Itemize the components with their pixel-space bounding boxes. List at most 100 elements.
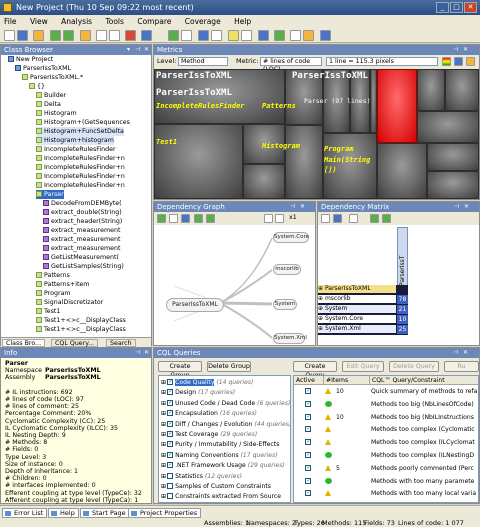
group-checkbox[interactable] [167,398,173,407]
open-project-icon[interactable] [17,30,28,41]
treemap-cell[interactable] [243,164,285,199]
close-panel-icon[interactable]: ✕ [462,349,469,356]
tree-item[interactable]: GetListSamples(String) [43,262,124,271]
treemap[interactable]: ParserIssToXML ParserIssToXML ParserIssT… [154,69,479,199]
menu-view[interactable]: View [30,17,48,26]
export-icon[interactable] [181,214,190,223]
stop-icon[interactable] [125,30,136,41]
cql-group-item[interactable]: ⊞ Design (17 queries) [161,387,235,397]
close-panel-icon[interactable]: ✕ [299,203,306,210]
treemap-cell[interactable] [377,143,427,199]
tree-item[interactable]: IncompleteRulesFinder+n [36,181,125,190]
expand-icon[interactable]: ⊞ [161,410,166,417]
treemap-cell[interactable] [285,125,323,199]
tool-icon[interactable] [303,30,314,41]
expand-icon[interactable]: ⊞ [161,462,166,469]
auto-hide-icon[interactable]: ⊣ [452,349,459,356]
query-active-checkbox[interactable] [305,424,311,433]
edit-query-button[interactable]: Edit Query [342,361,384,372]
tree-item[interactable]: Test1+<>c__DisplayClass [36,325,126,334]
group-checkbox[interactable] [167,408,173,417]
forward-icon[interactable] [206,214,215,223]
color-scale-icon[interactable] [442,57,451,66]
query-active-checkbox[interactable] [305,437,311,446]
query-row[interactable]: Methods with too many local varia [294,488,478,498]
menu-compare[interactable]: Compare [137,17,171,26]
expand-icon[interactable]: ⊞ [161,379,166,386]
treemap-cell-selected[interactable] [377,69,417,143]
query-active-checkbox[interactable] [305,386,311,395]
cql-group-item[interactable]: ⊞ Code Quality (14 queries) [161,377,253,387]
menu-file[interactable]: File [4,17,17,26]
query-row[interactable]: Methods too complex (ILNestingD [294,450,478,460]
expand-icon[interactable]: ⊞ [161,452,166,459]
tree-item[interactable]: Histogram+histogram [36,136,114,145]
tree-item[interactable]: Builder [36,91,66,100]
tab-start-page[interactable]: Start Page [80,508,130,518]
export-icon[interactable] [454,57,463,66]
menu-coverage[interactable]: Coverage [185,17,221,26]
tree-item[interactable]: Delta [36,100,61,109]
query-active-checkbox[interactable] [305,476,311,485]
treemap-cell[interactable] [417,69,445,111]
treemap-cell[interactable] [417,111,479,143]
tree-item[interactable]: ParserIssToXML.* [22,73,83,82]
run-icon[interactable] [168,30,179,41]
tree-item[interactable]: Test1+<>c__DisplayClass [36,316,126,325]
tab-cql-query[interactable]: CQL Query... [51,339,99,347]
expand-icon[interactable]: ⊞ [161,431,166,438]
window-icon[interactable] [290,30,301,41]
cql-group-item[interactable]: ⊞ Constraints extracted From Source [161,492,281,501]
settings-icon[interactable] [466,57,475,66]
graph-node[interactable]: System.Xml [273,333,307,344]
matrix-cell[interactable]: 25 [397,325,408,334]
forward-icon[interactable] [382,214,391,223]
treemap-cell[interactable] [445,69,479,111]
query-row[interactable]: 5 Methods poorly commented (Perc [294,463,478,473]
copy-icon[interactable] [321,214,330,223]
tree-item[interactable]: SignalDiscretizator [36,298,103,307]
tree-item[interactable]: Parser [36,190,64,199]
tab-search[interactable]: Search [106,339,136,347]
group-checkbox[interactable] [167,419,173,428]
matrix-row[interactable]: ⊕ System.Xml [318,325,396,333]
tree-item[interactable]: IncompleteRulesFinder [36,145,116,154]
group-checkbox[interactable] [167,483,174,489]
group-checkbox[interactable] [167,460,173,469]
scale-select[interactable]: 1 line = 115.3 pixels [326,57,438,66]
auto-hide-icon[interactable]: ⊣ [453,203,460,210]
query-active-checkbox[interactable] [305,450,311,459]
cql-group-item[interactable]: ⊞ Diff / Changes / Evolution (44 queries) [161,419,290,429]
pin-icon[interactable]: ▾ [125,46,132,53]
tree-item[interactable]: extract_measurement [43,244,120,253]
zoom-level[interactable]: x1 [289,214,297,221]
query-row[interactable]: 10 Methods too big (NbILInstructions [294,412,478,422]
menu-tools[interactable]: Tools [105,17,123,26]
back-icon[interactable] [370,214,379,223]
query-row[interactable]: Methods with too many paramete [294,476,478,486]
group-checkbox[interactable] [167,450,173,459]
query-active-checkbox[interactable] [305,463,311,472]
group-checkbox[interactable] [167,377,173,386]
cql-group-item[interactable]: ⊞ .NET Framework Usage (29 queries) [161,460,285,470]
close-button[interactable]: ✕ [464,2,477,13]
matrix-cell[interactable]: 10 [397,315,408,324]
menu-help[interactable]: Help [234,17,251,26]
back-icon[interactable] [194,214,203,223]
tree-item[interactable]: GetListMeasurement( [43,253,119,262]
tree-item[interactable]: Patterns+item [36,280,89,289]
tab-help[interactable]: Help [48,508,79,518]
tree-item[interactable]: ParserIssToXML [15,64,71,73]
expand-icon[interactable]: ⊞ [161,400,166,407]
group-checkbox[interactable] [167,493,174,500]
copy-icon[interactable] [169,214,178,223]
export-icon[interactable] [333,214,342,223]
close-panel-icon[interactable]: ✕ [463,203,470,210]
refresh-icon[interactable] [157,214,166,223]
tab-project-properties[interactable]: Project Properties [128,508,202,518]
tree-item[interactable]: IncompleteRulesFinder+n [36,154,125,163]
tree-item[interactable]: Test1 [36,307,60,316]
expand-icon[interactable]: ⊞ [161,473,166,480]
treemap-cell[interactable] [427,171,479,199]
expand-icon[interactable]: ⊞ [161,389,166,396]
